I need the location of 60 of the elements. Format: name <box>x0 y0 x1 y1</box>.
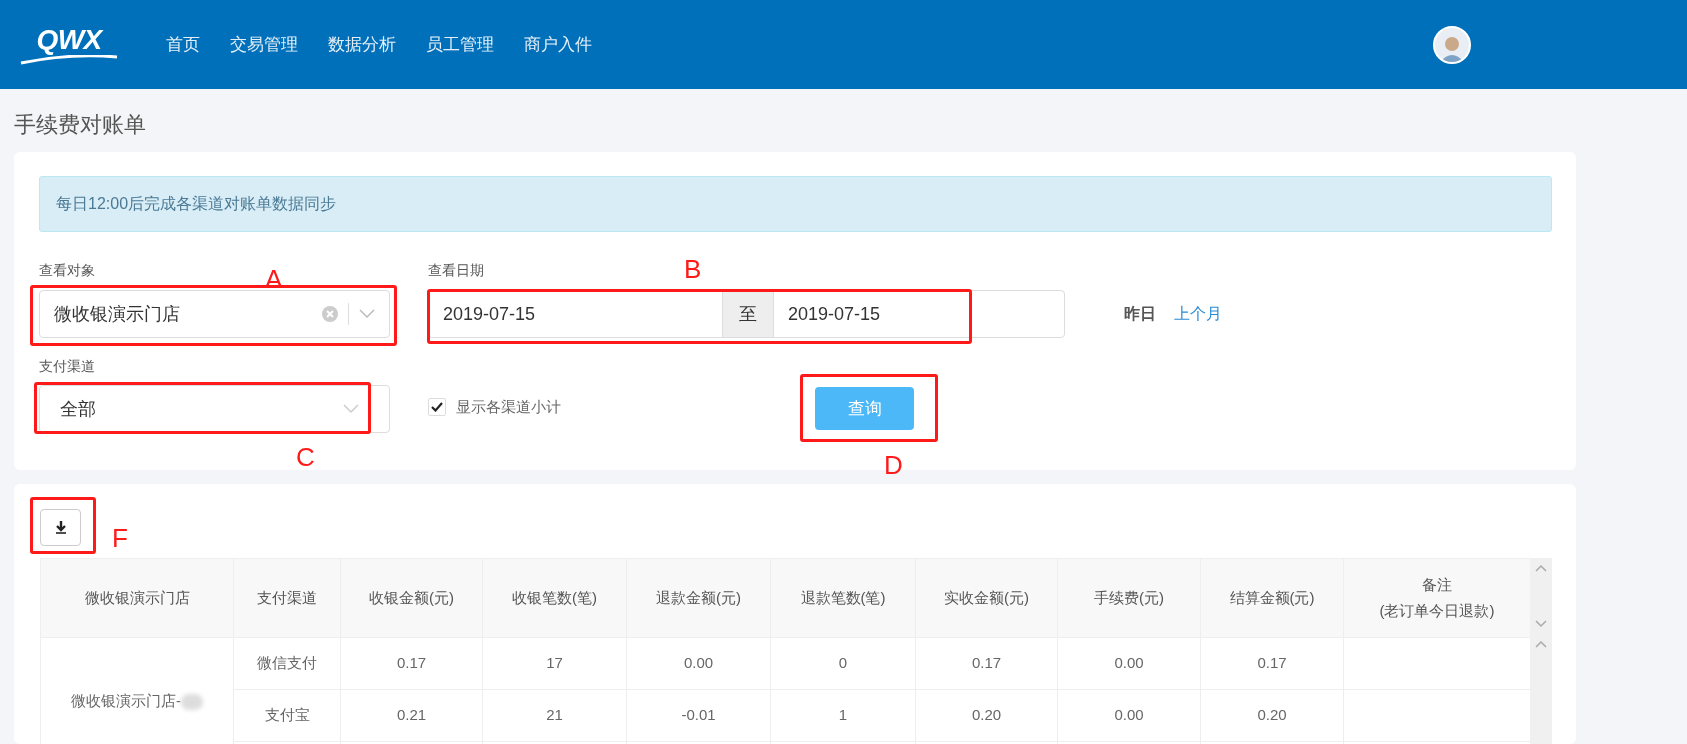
checkbox-label: 显示各渠道小计 <box>456 397 561 417</box>
logo[interactable]: QWX <box>16 24 122 65</box>
table-cell: 0.21 <box>396 706 427 724</box>
caret-icon[interactable] <box>359 309 375 319</box>
store-name: 微收银演示门店- <box>71 692 181 709</box>
column-header: 收银笔数(笔) <box>482 558 627 638</box>
column-header: 退款金额(元) <box>626 558 771 638</box>
field-label: 查看对象 <box>39 261 95 280</box>
table-cell: 0.20 <box>971 706 1002 724</box>
table-cell: 21 <box>546 706 563 724</box>
column-header: 支付渠道 <box>233 558 341 638</box>
caret-icon[interactable] <box>343 404 359 414</box>
annotation-box <box>30 497 96 554</box>
nav-link[interactable]: 交易管理 <box>230 31 298 58</box>
table-cell: 微信支付 <box>257 654 317 672</box>
field-label: 查看日期 <box>428 261 484 280</box>
nav-link[interactable]: 员工管理 <box>426 31 494 58</box>
blurred-text <box>181 694 203 711</box>
scroll-down-icon[interactable] <box>1535 620 1547 628</box>
page-title: 手续费对账单 <box>14 111 146 139</box>
channel-select[interactable]: 全部 <box>39 385 390 433</box>
column-header: 备注 (老订单今日退款) <box>1343 558 1531 638</box>
quick-date-link[interactable]: 上个月 <box>1174 302 1222 326</box>
nav-link[interactable]: 商户入件 <box>524 31 592 58</box>
avatar-icon[interactable] <box>1433 25 1471 64</box>
column-header: 微收银演示门店 <box>40 558 234 638</box>
scroll-up-icon[interactable] <box>1535 640 1547 648</box>
table-cell: 支付宝 <box>264 706 310 724</box>
download-icon <box>54 521 67 534</box>
table-cell: 0.00 <box>1114 654 1144 672</box>
annotation-label: D <box>884 452 903 478</box>
table-cell: 0.00 <box>683 654 714 672</box>
table-cell: 0.20 <box>1257 706 1287 724</box>
table-cell: 0.17 <box>396 654 427 672</box>
table-cell: 0 <box>838 654 848 672</box>
table-cell: 0.00 <box>1114 706 1144 724</box>
annotation-label: F <box>112 525 128 551</box>
store-select[interactable]: 微收银演示门店 <box>39 290 390 338</box>
table-cell: 0.17 <box>971 654 1002 672</box>
column-header: 手续费(元) <box>1057 558 1201 638</box>
table-cell: 0.17 <box>1257 654 1287 672</box>
table-cell: 17 <box>546 654 563 672</box>
scroll-up-icon[interactable] <box>1535 564 1547 572</box>
column-header: 实收金额(元) <box>915 558 1058 638</box>
scrollbar[interactable] <box>1530 558 1552 744</box>
info-alert: 每日12:00后完成各渠道对账单数据同步 <box>39 176 1552 232</box>
field-label: 支付渠道 <box>39 357 95 376</box>
download-button[interactable] <box>40 509 81 546</box>
annotation-label: B <box>684 256 702 282</box>
table-cell: -0.01 <box>681 706 716 724</box>
column-header: 退款笔数(笔) <box>770 558 916 638</box>
column-header: 收银金额(元) <box>340 558 483 638</box>
column-header: 结算金额(元) <box>1200 558 1344 638</box>
nav-link[interactable]: 数据分析 <box>328 31 396 58</box>
checkbox[interactable] <box>428 398 446 417</box>
table-cell: 1 <box>838 706 848 724</box>
nav-link[interactable]: 首页 <box>166 31 200 58</box>
clear-icon[interactable] <box>322 306 338 322</box>
quick-date-link[interactable]: 昨日 <box>1124 302 1156 326</box>
annotation-label: C <box>296 444 315 470</box>
